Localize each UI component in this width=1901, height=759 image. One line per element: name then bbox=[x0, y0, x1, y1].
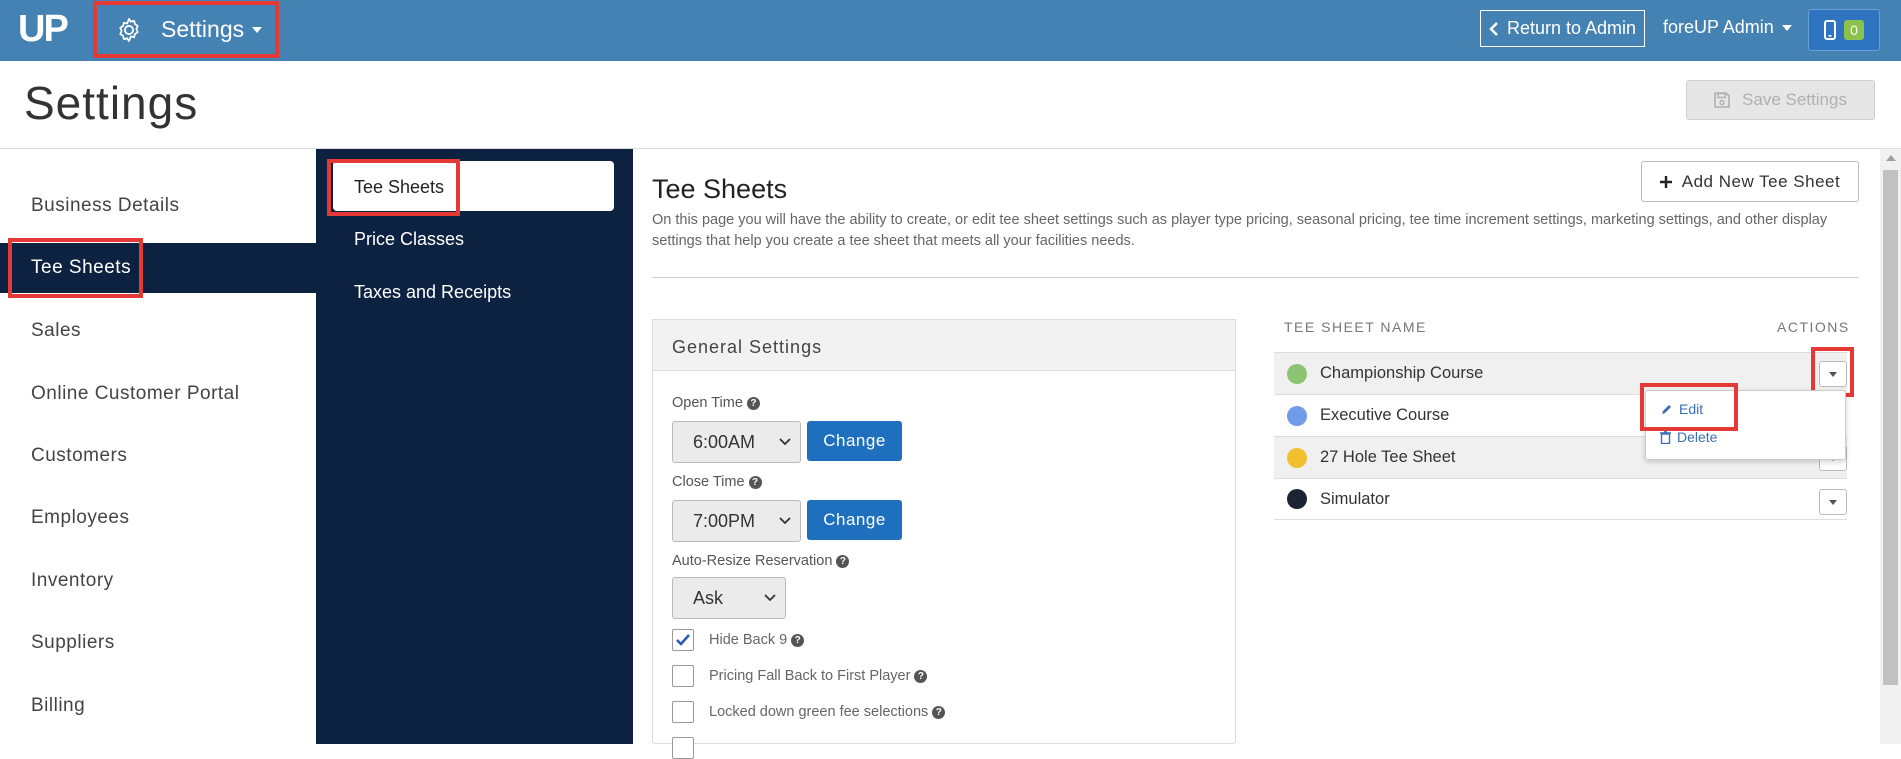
floppy-disk-icon bbox=[1714, 92, 1730, 108]
open-time-select[interactable]: 6:00AM bbox=[672, 421, 801, 463]
open-time-change-button[interactable]: Change bbox=[807, 421, 902, 461]
checkmark-icon bbox=[676, 634, 690, 646]
tee-sheet-name: Championship Course bbox=[1320, 364, 1484, 382]
pricing-fall-back-checkbox[interactable] bbox=[672, 665, 694, 687]
chevron-down-icon bbox=[779, 438, 791, 446]
subnav-item-price-classes[interactable]: Price Classes bbox=[354, 229, 464, 250]
question-circle-icon[interactable]: ? bbox=[746, 396, 760, 410]
content-title: Tee Sheets bbox=[652, 174, 788, 204]
question-circle-icon[interactable]: ? bbox=[748, 475, 762, 489]
color-dot-icon bbox=[1287, 447, 1307, 468]
hide-back-9-checkbox[interactable] bbox=[672, 629, 694, 651]
open-time-label-text: Open Time bbox=[672, 395, 743, 411]
question-circle-icon[interactable]: ? bbox=[791, 633, 805, 647]
locked-green-fee-label: Locked down green fee selections ? bbox=[709, 704, 946, 720]
sidebar-item-customers[interactable]: Customers bbox=[31, 445, 127, 467]
table-row[interactable]: Simulator bbox=[1274, 478, 1847, 520]
auto-resize-value: Ask bbox=[693, 587, 724, 608]
menu-item-delete[interactable]: Delete bbox=[1660, 429, 1717, 445]
color-dot-icon bbox=[1287, 405, 1307, 426]
question-circle-icon[interactable]: ? bbox=[836, 554, 850, 568]
highlight-box bbox=[327, 159, 460, 216]
close-time-label-text: Close Time bbox=[672, 474, 745, 490]
sidebar-item-sales[interactable]: Sales bbox=[31, 320, 81, 342]
caret-down-icon bbox=[1781, 24, 1792, 31]
notification-count-badge: 0 bbox=[1844, 20, 1864, 40]
caret-down-icon bbox=[1829, 499, 1837, 505]
close-time-change-button[interactable]: Change bbox=[807, 500, 902, 540]
color-dot-icon bbox=[1287, 489, 1307, 509]
admin-user-menu[interactable]: foreUP Admin bbox=[1663, 17, 1792, 38]
chevron-down-icon bbox=[779, 517, 791, 525]
content-divider bbox=[652, 277, 1859, 278]
add-new-tee-sheet-button[interactable]: Add New Tee Sheet bbox=[1641, 161, 1859, 202]
row-actions-dropdown-button[interactable] bbox=[1819, 489, 1847, 515]
highlight-box bbox=[8, 238, 143, 298]
phone-notifications-button[interactable]: 0 bbox=[1808, 9, 1880, 51]
plus-icon bbox=[1659, 175, 1672, 188]
save-settings-label: Save Settings bbox=[1742, 90, 1847, 109]
chevron-left-icon bbox=[1489, 21, 1498, 36]
general-settings-title: General Settings bbox=[672, 337, 823, 357]
hide-back-9-text: Hide Back 9 bbox=[709, 632, 788, 648]
gear-icon bbox=[115, 16, 143, 44]
close-time-change-label: Change bbox=[823, 510, 886, 529]
sidebar-item-inventory[interactable]: Inventory bbox=[31, 570, 114, 592]
tee-sheet-name: Executive Course bbox=[1320, 406, 1450, 424]
sidebar-item-billing[interactable]: Billing bbox=[31, 695, 85, 717]
settings-menu-label: Settings bbox=[161, 16, 245, 42]
tee-sheet-name: Simulator bbox=[1320, 489, 1390, 508]
tee-sheet-name: 27 Hole Tee Sheet bbox=[1320, 448, 1456, 466]
auto-resize-label-text: Auto-Resize Reservation bbox=[672, 553, 833, 569]
column-header-name: TEE SHEET NAME bbox=[1284, 319, 1427, 335]
add-new-tee-sheet-label: Add New Tee Sheet bbox=[1681, 171, 1841, 191]
hide-back-9-label: Hide Back 9 ? bbox=[709, 632, 805, 648]
question-circle-icon[interactable]: ? bbox=[932, 705, 946, 719]
menu-item-delete-label: Delete bbox=[1677, 429, 1718, 445]
scrollbar-thumb[interactable] bbox=[1883, 170, 1898, 685]
question-circle-icon[interactable]: ? bbox=[914, 669, 928, 683]
sidebar-item-online-customer-portal[interactable]: Online Customer Portal bbox=[31, 383, 239, 405]
return-to-admin-button[interactable]: Return to Admin bbox=[1480, 10, 1645, 47]
foreup-logo[interactable]: UP bbox=[18, 8, 69, 51]
color-dot-icon bbox=[1287, 363, 1307, 384]
scroll-up-arrow-icon[interactable] bbox=[1886, 155, 1896, 161]
open-time-value: 6:00AM bbox=[693, 431, 756, 452]
pricing-fall-back-text: Pricing Fall Back to First Player bbox=[709, 668, 911, 684]
close-time-select[interactable]: 7:00PM bbox=[672, 500, 801, 542]
table-row[interactable]: Championship Course bbox=[1274, 352, 1847, 394]
sidebar-item-employees[interactable]: Employees bbox=[31, 507, 130, 529]
auto-resize-select[interactable]: Ask bbox=[672, 577, 786, 619]
auto-resize-label: Auto-Resize Reservation ? bbox=[672, 553, 850, 569]
chevron-down-icon bbox=[764, 594, 776, 602]
content-description: On this page you will have the ability t… bbox=[652, 212, 1828, 249]
page-title: Settings bbox=[24, 77, 199, 129]
locked-green-fee-text: Locked down green fee selections bbox=[709, 704, 929, 720]
sidebar-item-suppliers[interactable]: Suppliers bbox=[31, 632, 115, 654]
sidebar-item-business-details[interactable]: Business Details bbox=[31, 195, 179, 217]
return-to-admin-label: Return to Admin bbox=[1506, 18, 1637, 38]
settings-menu-button[interactable]: Settings bbox=[93, 1, 279, 58]
locked-green-fee-checkbox[interactable] bbox=[672, 701, 694, 723]
save-settings-button[interactable]: Save Settings bbox=[1686, 80, 1875, 120]
close-time-value: 7:00PM bbox=[693, 510, 756, 531]
phone-icon bbox=[1824, 20, 1837, 40]
close-time-label: Close Time ? bbox=[672, 474, 762, 490]
admin-user-label: foreUP Admin bbox=[1663, 17, 1774, 37]
caret-down-icon bbox=[252, 26, 263, 33]
highlight-box bbox=[1640, 383, 1738, 431]
open-time-label: Open Time ? bbox=[672, 395, 760, 411]
open-time-change-label: Change bbox=[823, 431, 886, 450]
partial-checkbox[interactable] bbox=[672, 737, 694, 759]
column-header-actions: ACTIONS bbox=[1777, 319, 1850, 335]
pricing-fall-back-label: Pricing Fall Back to First Player ? bbox=[709, 668, 928, 684]
trash-icon bbox=[1660, 430, 1671, 444]
subnav-item-taxes-and-receipts[interactable]: Taxes and Receipts bbox=[354, 282, 511, 303]
